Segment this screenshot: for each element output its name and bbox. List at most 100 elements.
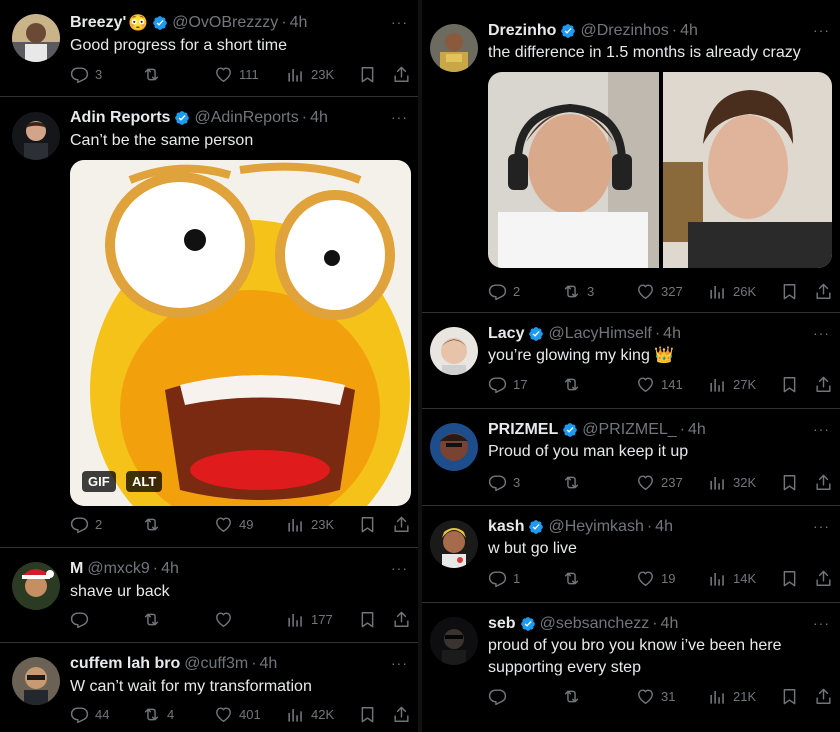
- retweet-button[interactable]: [562, 374, 587, 394]
- tweet-drezinho[interactable]: Drezinho @Drezinhos · 4h ··· the differe…: [422, 0, 840, 313]
- more-options-icon[interactable]: ···: [391, 14, 408, 30]
- views-button[interactable]: 26K: [708, 281, 756, 301]
- share-button[interactable]: [392, 64, 411, 84]
- reply-button[interactable]: [70, 609, 95, 629]
- avatar[interactable]: [430, 327, 478, 375]
- bookmark-button[interactable]: [780, 472, 799, 492]
- reply-button[interactable]: [488, 686, 513, 706]
- bookmark-button[interactable]: [780, 686, 799, 706]
- avatar[interactable]: [430, 520, 478, 568]
- display-name[interactable]: Lacy: [488, 325, 524, 343]
- tweet-lacy[interactable]: Lacy @LacyHimself · 4h ··· you’re glowin…: [422, 313, 840, 409]
- retweet-button[interactable]: [562, 568, 587, 588]
- timestamp[interactable]: 4h: [260, 655, 278, 673]
- like-button[interactable]: 401: [214, 704, 261, 724]
- bookmark-button[interactable]: [780, 281, 799, 301]
- timestamp[interactable]: 4h: [310, 109, 328, 127]
- views-button[interactable]: 177: [286, 609, 333, 629]
- more-options-icon[interactable]: ···: [391, 560, 408, 576]
- display-name[interactable]: seb: [488, 615, 516, 633]
- alt-text-badge[interactable]: ALT: [126, 471, 163, 492]
- tweet-m[interactable]: M @mxck9 · 4h ··· shave ur back 177: [0, 548, 418, 643]
- handle[interactable]: @mxck9: [87, 560, 149, 578]
- views-button[interactable]: 14K: [708, 568, 756, 588]
- display-name[interactable]: Breezy': [70, 14, 126, 32]
- retweet-button[interactable]: 3: [562, 281, 594, 301]
- more-options-icon[interactable]: ···: [813, 421, 830, 437]
- handle[interactable]: @Drezinhos: [580, 22, 668, 40]
- more-options-icon[interactable]: ···: [391, 655, 408, 671]
- more-options-icon[interactable]: ···: [813, 325, 830, 341]
- display-name[interactable]: kash: [488, 518, 524, 536]
- reply-button[interactable]: 2: [70, 514, 102, 534]
- reply-button[interactable]: 2: [488, 281, 520, 301]
- timestamp[interactable]: 4h: [680, 22, 698, 40]
- views-button[interactable]: 23K: [286, 514, 334, 534]
- display-name[interactable]: PRIZMEL: [488, 421, 558, 439]
- share-button[interactable]: [814, 568, 833, 588]
- bookmark-button[interactable]: [780, 374, 799, 394]
- avatar[interactable]: [430, 617, 478, 665]
- retweet-button[interactable]: [562, 686, 587, 706]
- like-button[interactable]: 237: [636, 472, 683, 492]
- tweet-breezy[interactable]: Breezy' 😳 @OvOBrezzzy · 4h ··· Good prog…: [0, 0, 418, 97]
- handle[interactable]: @cuff3m: [184, 655, 248, 673]
- display-name[interactable]: Drezinho: [488, 22, 556, 40]
- bookmark-button[interactable]: [358, 514, 377, 534]
- timestamp[interactable]: 4h: [663, 325, 681, 343]
- handle[interactable]: @sebsanchezz: [540, 615, 650, 633]
- reply-button[interactable]: 3: [70, 64, 102, 84]
- bookmark-button[interactable]: [780, 568, 799, 588]
- timestamp[interactable]: 4h: [661, 615, 679, 633]
- handle[interactable]: @LacyHimself: [548, 325, 651, 343]
- retweet-button[interactable]: [562, 472, 587, 492]
- views-button[interactable]: 32K: [708, 472, 756, 492]
- bookmark-button[interactable]: [358, 704, 377, 724]
- avatar[interactable]: [12, 14, 60, 62]
- avatar[interactable]: [430, 24, 478, 72]
- like-button[interactable]: 141: [636, 374, 683, 394]
- like-button[interactable]: [214, 609, 239, 629]
- views-button[interactable]: 27K: [708, 374, 756, 394]
- timestamp[interactable]: 4h: [655, 518, 673, 536]
- tweet-adin-reports[interactable]: Adin Reports @AdinReports · 4h ··· Can’t…: [0, 97, 418, 548]
- tweet-prizmel[interactable]: PRIZMEL @PRIZMEL_ · 4h ··· Proud of you …: [422, 409, 840, 506]
- reply-button[interactable]: 17: [488, 374, 527, 394]
- avatar[interactable]: [12, 562, 60, 610]
- more-options-icon[interactable]: ···: [391, 109, 408, 125]
- views-button[interactable]: 23K: [286, 64, 334, 84]
- display-name[interactable]: Adin Reports: [70, 109, 170, 127]
- timestamp[interactable]: 4h: [290, 14, 308, 32]
- avatar[interactable]: [12, 112, 60, 160]
- retweet-button[interactable]: [142, 609, 167, 629]
- timestamp[interactable]: 4h: [161, 560, 179, 578]
- share-button[interactable]: [392, 704, 411, 724]
- like-button[interactable]: 49: [214, 514, 253, 534]
- share-button[interactable]: [814, 374, 833, 394]
- more-options-icon[interactable]: ···: [813, 22, 830, 38]
- tweet-seb[interactable]: seb @sebsanchezz · 4h ··· proud of you b…: [422, 603, 840, 732]
- bookmark-button[interactable]: [358, 609, 377, 629]
- more-options-icon[interactable]: ···: [813, 615, 830, 631]
- like-button[interactable]: 19: [636, 568, 675, 588]
- tweet-kash[interactable]: kash @Heyimkash · 4h ··· w but go live 1…: [422, 506, 840, 603]
- share-button[interactable]: [814, 686, 833, 706]
- views-button[interactable]: 42K: [286, 704, 334, 724]
- display-name[interactable]: M: [70, 560, 83, 578]
- handle[interactable]: @PRIZMEL_: [582, 421, 676, 439]
- share-button[interactable]: [814, 472, 833, 492]
- retweet-button[interactable]: [142, 514, 167, 534]
- like-button[interactable]: 327: [636, 281, 683, 301]
- reply-button[interactable]: 1: [488, 568, 520, 588]
- avatar[interactable]: [12, 657, 60, 705]
- tweet-cuffem[interactable]: cuffem lah bro @cuff3m · 4h ··· W can’t …: [0, 643, 418, 732]
- timestamp[interactable]: 4h: [688, 421, 706, 439]
- share-button[interactable]: [392, 609, 411, 629]
- share-button[interactable]: [814, 281, 833, 301]
- bookmark-button[interactable]: [358, 64, 377, 84]
- handle[interactable]: @Heyimkash: [548, 518, 643, 536]
- reply-button[interactable]: 3: [488, 472, 520, 492]
- gif-media[interactable]: GIF ALT: [70, 160, 411, 506]
- share-button[interactable]: [392, 514, 411, 534]
- avatar[interactable]: [430, 423, 478, 471]
